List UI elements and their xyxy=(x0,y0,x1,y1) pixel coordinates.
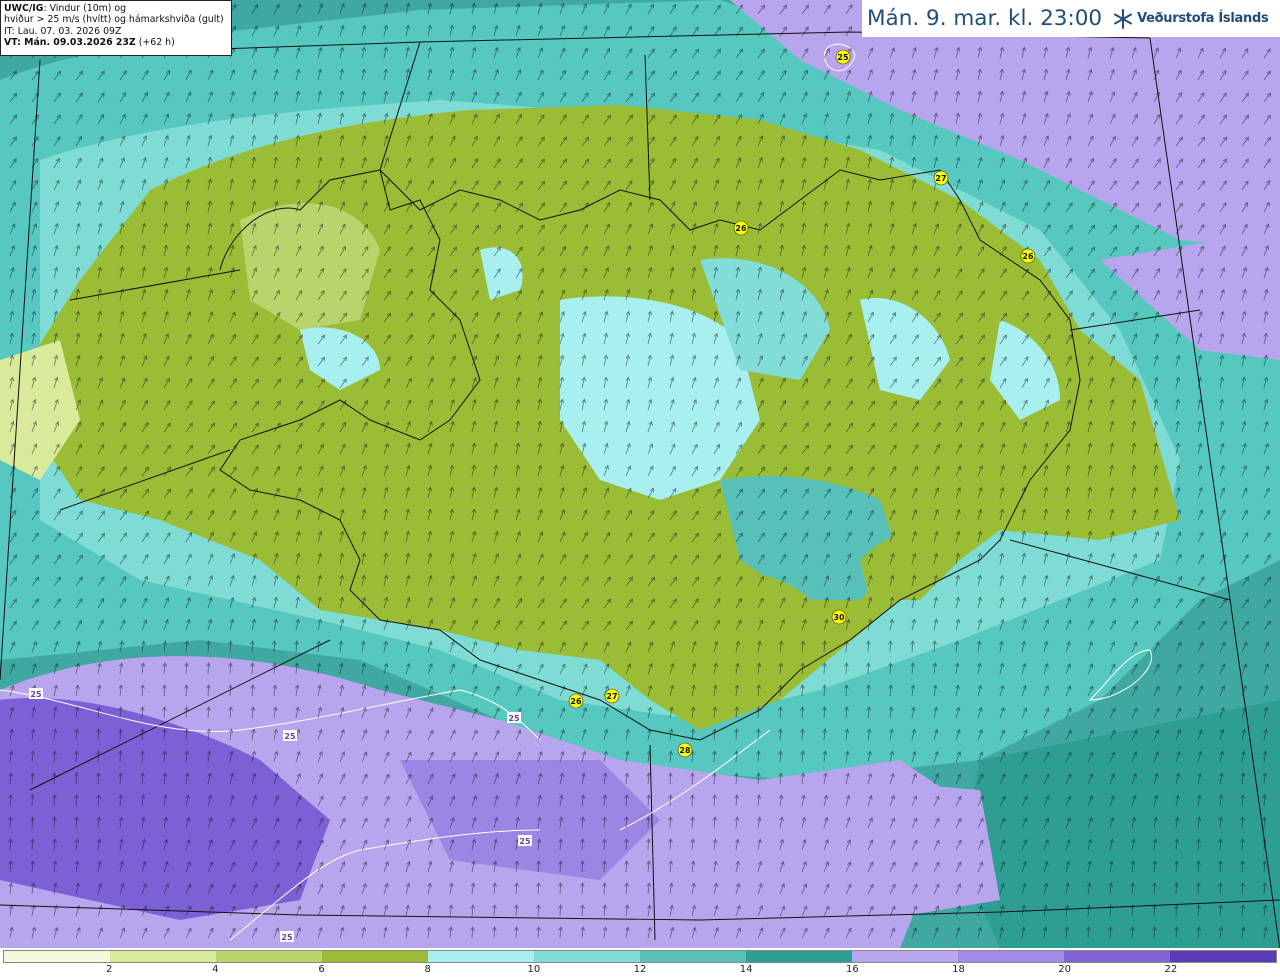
gust-contour-label: 25 xyxy=(518,835,532,846)
gust-value: 27 xyxy=(935,174,946,183)
snowflake-icon xyxy=(1114,8,1133,29)
legend-swatch xyxy=(1064,951,1170,962)
gust-value: 30 xyxy=(833,613,845,622)
legend-tick-label: 14 xyxy=(739,964,753,975)
legend-swatch xyxy=(428,951,534,962)
max-gust-label: 27 xyxy=(933,170,949,186)
max-gust-label: 26 xyxy=(1020,248,1036,264)
gust-value: 26 xyxy=(1022,252,1034,261)
max-gust-label: 26 xyxy=(568,693,584,709)
gust-value: 25 xyxy=(508,714,520,723)
legend-tick-label: 16 xyxy=(845,964,859,975)
legend-swatch xyxy=(4,951,110,962)
legend-tick-label: 18 xyxy=(952,964,965,975)
legend-tick-label: 8 xyxy=(424,964,431,975)
info-line-2: hviður > 25 m/s (hvítt) og hámarkshviða … xyxy=(4,14,224,26)
wind-map: 25 27 26 26 30 26 27 28 25 25 25 25 25 xyxy=(0,0,1280,948)
info-line-1: : Vindur (10m) og xyxy=(43,3,127,14)
gust-contour-label: 25 xyxy=(283,730,297,741)
legend-swatch xyxy=(322,951,428,962)
legend-swatch xyxy=(534,951,640,962)
info-line-3: IT: Lau. 07. 03. 2026 09Z xyxy=(4,25,122,37)
legend-swatch xyxy=(216,951,322,962)
legend-swatch xyxy=(110,951,216,962)
logo-text: Veðurstofa Íslands xyxy=(1137,11,1269,26)
gust-value: 26 xyxy=(570,697,582,706)
gust-contour-label: 25 xyxy=(280,931,294,942)
gust-value: 25 xyxy=(281,933,293,942)
gust-value: 26 xyxy=(735,224,747,233)
gust-value: 25 xyxy=(30,690,42,699)
legend-tick-label: 20 xyxy=(1058,964,1072,975)
max-gust-label: 25 xyxy=(835,49,851,65)
max-gust-label: 28 xyxy=(677,742,693,758)
logo: Veðurstofa Íslands xyxy=(1112,8,1269,30)
legend-swatch xyxy=(640,951,746,962)
legend-swatch xyxy=(1170,951,1276,962)
title-box: Mán. 9. mar. kl. 23:00 Veðurstofa Ísland… xyxy=(862,0,1280,37)
gust-value: 25 xyxy=(519,837,531,846)
info-line-4: VT: Mán. 09.03.2026 23Z xyxy=(4,37,136,49)
legend-swatch xyxy=(746,951,852,962)
gust-value: 25 xyxy=(284,732,296,741)
max-gust-label: 27 xyxy=(604,688,620,704)
valid-time-title: Mán. 9. mar. kl. 23:00 xyxy=(867,6,1103,31)
max-gust-label: 26 xyxy=(733,220,749,236)
legend-bar xyxy=(3,950,1277,963)
gust-contour-label: 25 xyxy=(29,688,43,699)
legend-tick-label: 22 xyxy=(1164,964,1178,975)
color-legend: 2 4 6 8 10 12 14 16 18 20 22 xyxy=(0,948,1280,978)
legend-tick-label: 4 xyxy=(212,964,219,975)
purple-se xyxy=(860,780,1000,920)
max-gust-label: 30 xyxy=(831,609,847,625)
gust-value: 28 xyxy=(679,746,691,755)
legend-tick-label: 10 xyxy=(527,964,541,975)
legend-swatch xyxy=(852,951,958,962)
legend-tick-label: 2 xyxy=(105,964,113,975)
legend-tick-label: 6 xyxy=(318,964,325,975)
info-box: UWC/IG: Vindur (10m) og hviður > 25 m/s … xyxy=(0,0,232,56)
legend-tick-label: 12 xyxy=(633,964,647,975)
gust-contour-label: 25 xyxy=(507,712,521,723)
gust-value: 27 xyxy=(606,692,617,701)
legend-swatch xyxy=(958,951,1064,962)
info-line-4-extra: (+62 h) xyxy=(138,37,175,49)
model-name: UWC/IG xyxy=(4,3,44,14)
gust-value: 25 xyxy=(837,53,849,62)
